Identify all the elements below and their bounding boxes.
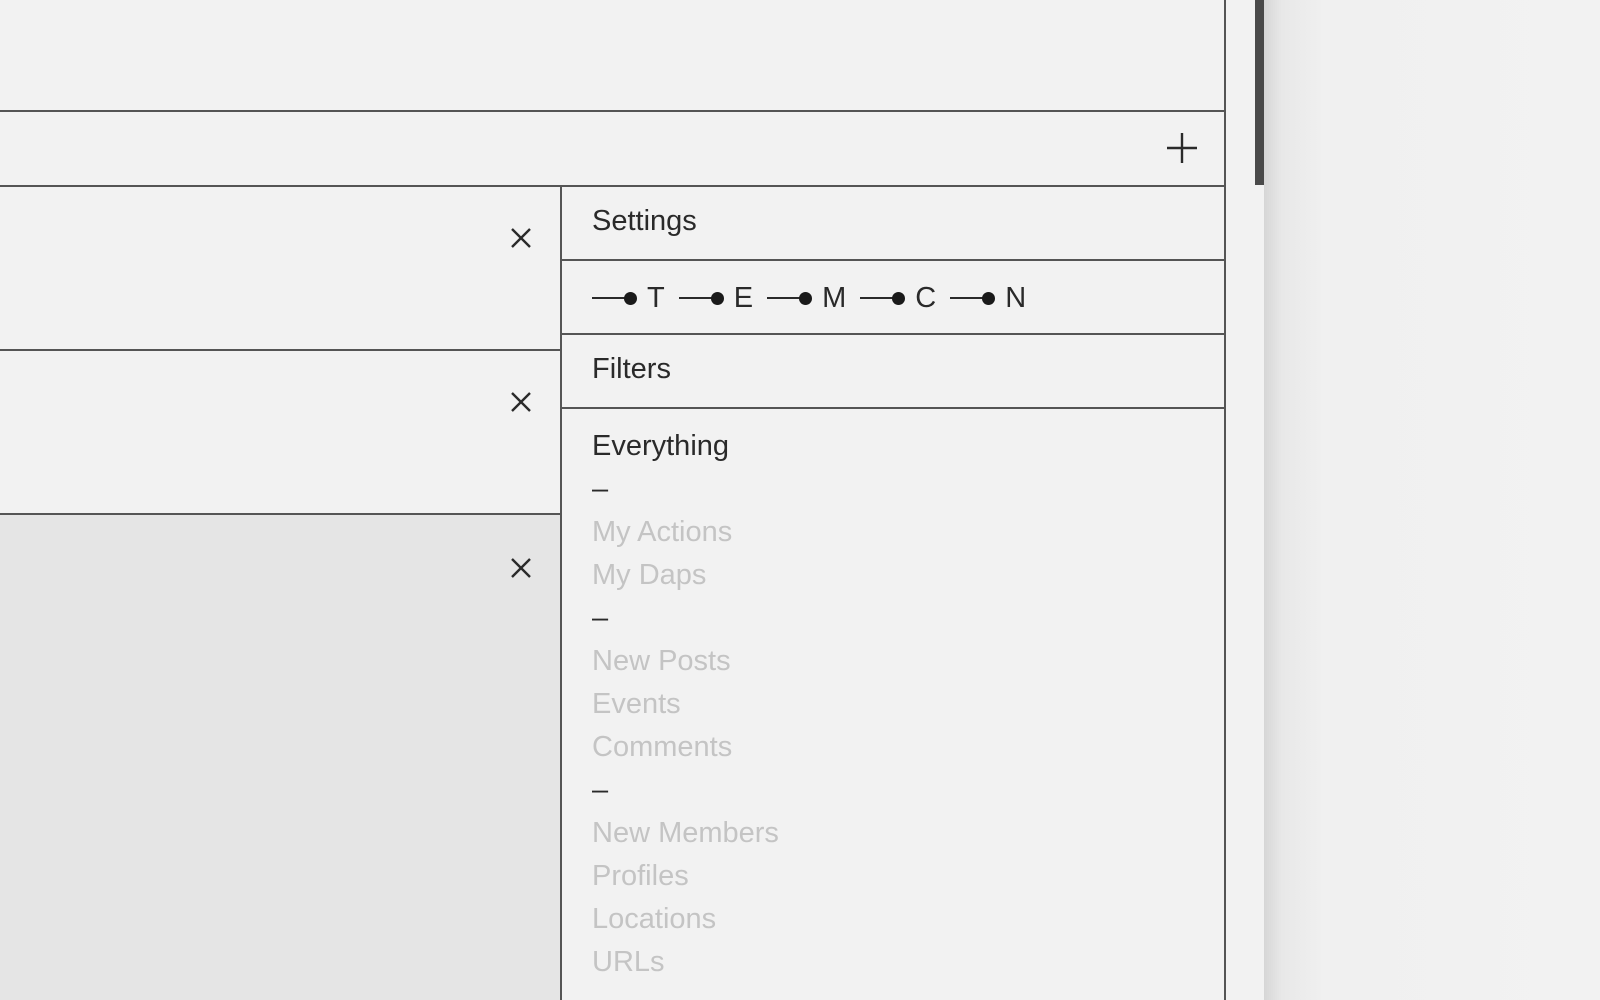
filter-item-my-actions[interactable]: My Actions: [592, 511, 779, 554]
filter-item-locations[interactable]: Locations: [592, 898, 779, 941]
card[interactable]: [0, 351, 560, 515]
timeline-line: [950, 297, 987, 299]
card-selected[interactable]: [0, 515, 560, 1000]
add-button[interactable]: [1162, 128, 1202, 168]
filter-item-new-members[interactable]: New Members: [592, 812, 779, 855]
filter-item-my-daps[interactable]: My Daps: [592, 554, 779, 597]
plus-icon: [1167, 133, 1197, 163]
scrollbar-thumb[interactable]: [1255, 0, 1264, 185]
filter-item-new-posts[interactable]: New Posts: [592, 640, 779, 683]
card-list: [0, 187, 562, 1000]
timeline-step[interactable]: N: [950, 282, 1040, 315]
settings-row[interactable]: Settings: [562, 187, 1224, 261]
filter-item-everything[interactable]: Everything: [592, 425, 779, 468]
settings-label: Settings: [592, 205, 697, 237]
close-icon: [511, 558, 531, 578]
close-icon: [511, 392, 531, 412]
timeline-step[interactable]: T: [592, 282, 679, 315]
filter-separator: –: [592, 774, 609, 806]
timeline-line: [860, 297, 897, 299]
timeline-dot: [892, 291, 906, 305]
top-area: [0, 0, 1224, 112]
timeline-step[interactable]: M: [767, 282, 860, 315]
filters-row: Filters: [562, 335, 1224, 409]
timeline-dot: [799, 291, 813, 305]
timeline-step[interactable]: C: [860, 282, 950, 315]
timeline-dot: [624, 291, 637, 305]
filter-item-urls[interactable]: URLs: [592, 941, 779, 984]
filter-item-comments[interactable]: Comments: [592, 726, 779, 769]
card[interactable]: [0, 187, 560, 351]
timeline-letter: N: [1005, 281, 1027, 314]
timeline-row: T E M C N: [562, 261, 1224, 335]
timeline-line: [767, 297, 804, 299]
timeline-line: [678, 297, 715, 299]
timeline-line: [592, 297, 628, 299]
sidebar: Settings T E M C N Filters Everything – …: [562, 187, 1224, 1000]
timeline-step[interactable]: E: [678, 281, 767, 315]
app-window: Settings T E M C N Filters Everything – …: [0, 0, 1226, 1000]
timeline-letter: M: [822, 281, 847, 314]
filter-item-events[interactable]: Events: [592, 683, 779, 726]
close-icon: [511, 228, 531, 248]
filter-separator: –: [592, 602, 609, 634]
timeline-letter: T: [647, 281, 665, 314]
timeline-letter: C: [915, 281, 937, 314]
timeline: T E M C N: [592, 280, 1040, 316]
filter-separator: –: [592, 473, 609, 505]
close-button[interactable]: [506, 387, 536, 417]
filter-item-profiles[interactable]: Profiles: [592, 855, 779, 898]
timeline-letter: E: [733, 281, 754, 314]
close-button[interactable]: [506, 553, 536, 583]
close-button[interactable]: [506, 223, 536, 253]
timeline-dot: [982, 291, 996, 305]
filters-label: Filters: [592, 353, 671, 385]
filter-list: Everything – My Actions My Daps – New Po…: [592, 425, 779, 984]
add-bar: [0, 112, 1224, 187]
timeline-dot: [710, 291, 724, 305]
page-backdrop: [1264, 0, 1600, 1000]
